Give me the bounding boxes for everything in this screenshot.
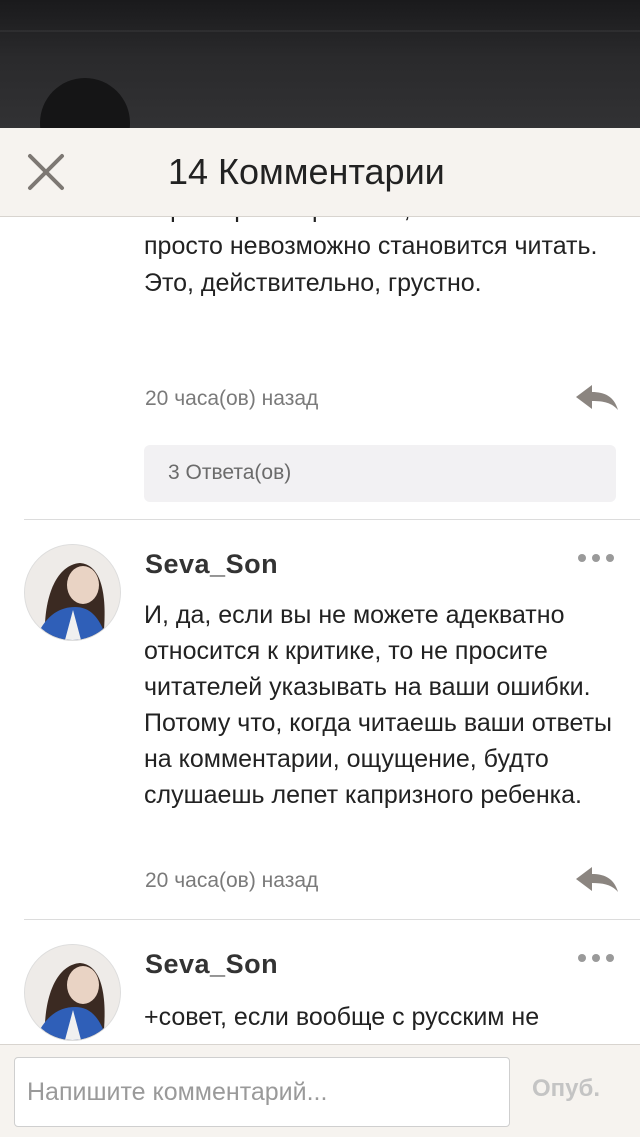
- more-options-button[interactable]: [578, 551, 618, 565]
- comment-text: характеры гг нравятся, но из-за ошибок п…: [144, 217, 605, 297]
- avatar[interactable]: [24, 544, 121, 641]
- divider: [24, 519, 640, 520]
- view-replies-button[interactable]: 3 Ответа(ов): [144, 445, 616, 502]
- reply-arrow-icon: [576, 385, 618, 410]
- more-options-button[interactable]: [578, 951, 618, 965]
- reply-arrow-icon: [576, 867, 618, 892]
- replies-count: 3 Ответа(ов): [168, 461, 292, 484]
- comment-input[interactable]: [14, 1057, 510, 1127]
- comment-text: И, да, если вы не можете адекватно относ…: [144, 601, 613, 809]
- comment-list[interactable]: характеры гг нравятся, но из-за ошибок п…: [0, 217, 640, 1044]
- reply-button[interactable]: [576, 383, 618, 413]
- avatar[interactable]: [24, 944, 121, 1041]
- backdrop-figure: [40, 78, 130, 130]
- comment-composer: Опуб.: [0, 1044, 640, 1137]
- comment-author[interactable]: Seva_Son: [145, 949, 278, 980]
- avatar-photo: [25, 945, 120, 1040]
- comment-time: 20 часа(ов) назад: [145, 387, 319, 410]
- avatar-photo: [25, 545, 120, 640]
- publish-button[interactable]: Опуб.: [532, 1075, 600, 1103]
- comment-author[interactable]: Seva_Son: [145, 549, 278, 580]
- close-button[interactable]: [22, 148, 70, 196]
- page-title: 14 Комментарии: [168, 151, 445, 192]
- divider: [24, 919, 640, 920]
- backdrop-line: [0, 30, 640, 32]
- close-icon: [28, 154, 64, 190]
- reply-button[interactable]: [576, 865, 618, 895]
- story-cover-backdrop: [0, 0, 640, 130]
- comment-text: +совет, если вообще с русским не: [144, 1003, 540, 1031]
- comment-time: 20 часа(ов) назад: [145, 869, 319, 892]
- comments-header: 14 Комментарии: [0, 128, 640, 217]
